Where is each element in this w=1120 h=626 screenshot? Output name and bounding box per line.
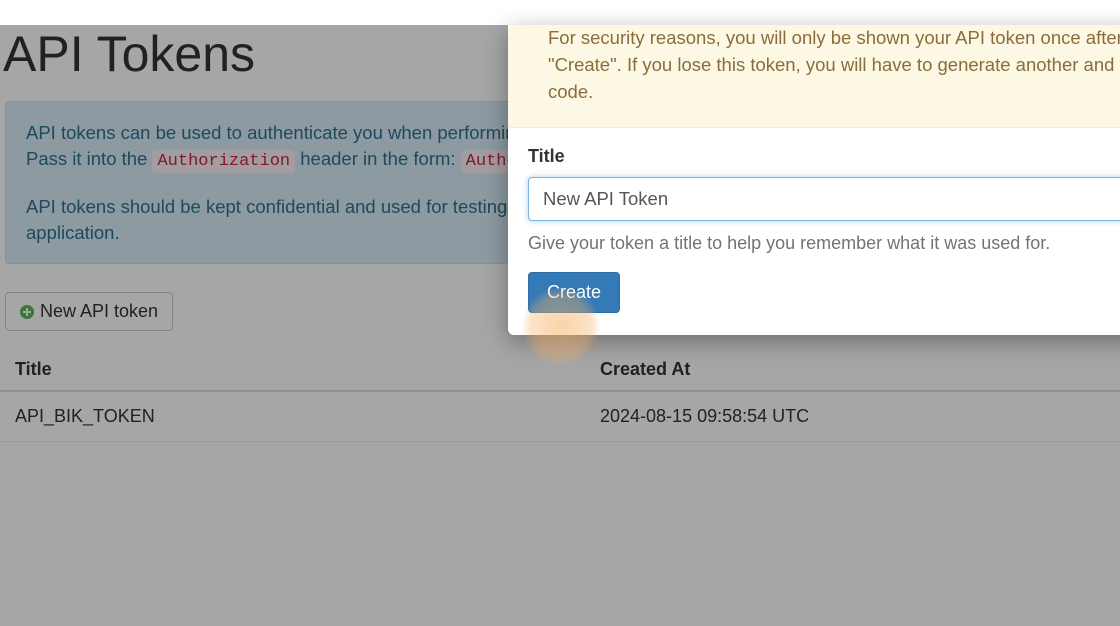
create-button[interactable]: Create [528, 272, 620, 313]
title-help-text: Give your token a title to help you reme… [528, 233, 1120, 254]
title-input[interactable] [528, 177, 1120, 221]
create-token-modal: For security reasons, you will only be s… [508, 25, 1120, 335]
modal-warning: For security reasons, you will only be s… [508, 25, 1120, 128]
title-label: Title [528, 146, 1120, 167]
